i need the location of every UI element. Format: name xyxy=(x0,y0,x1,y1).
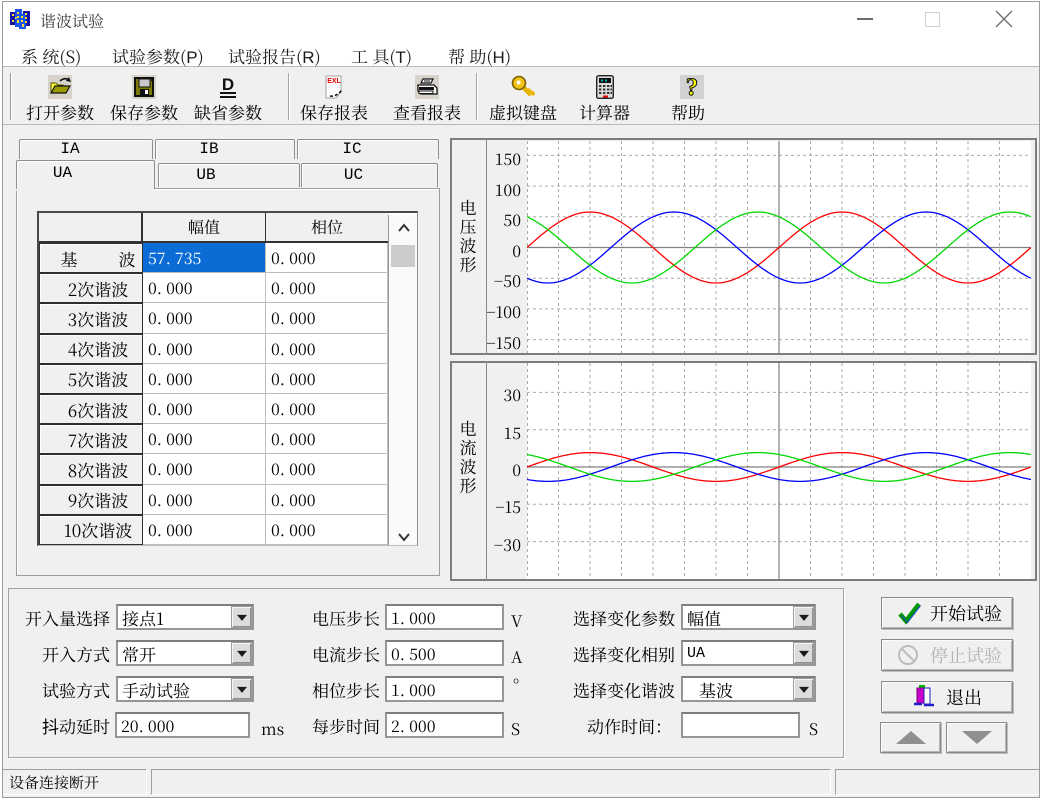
svg-text:?: ? xyxy=(686,75,699,99)
svg-text:EXL: EXL xyxy=(327,78,341,85)
svg-text:D: D xyxy=(222,75,234,94)
